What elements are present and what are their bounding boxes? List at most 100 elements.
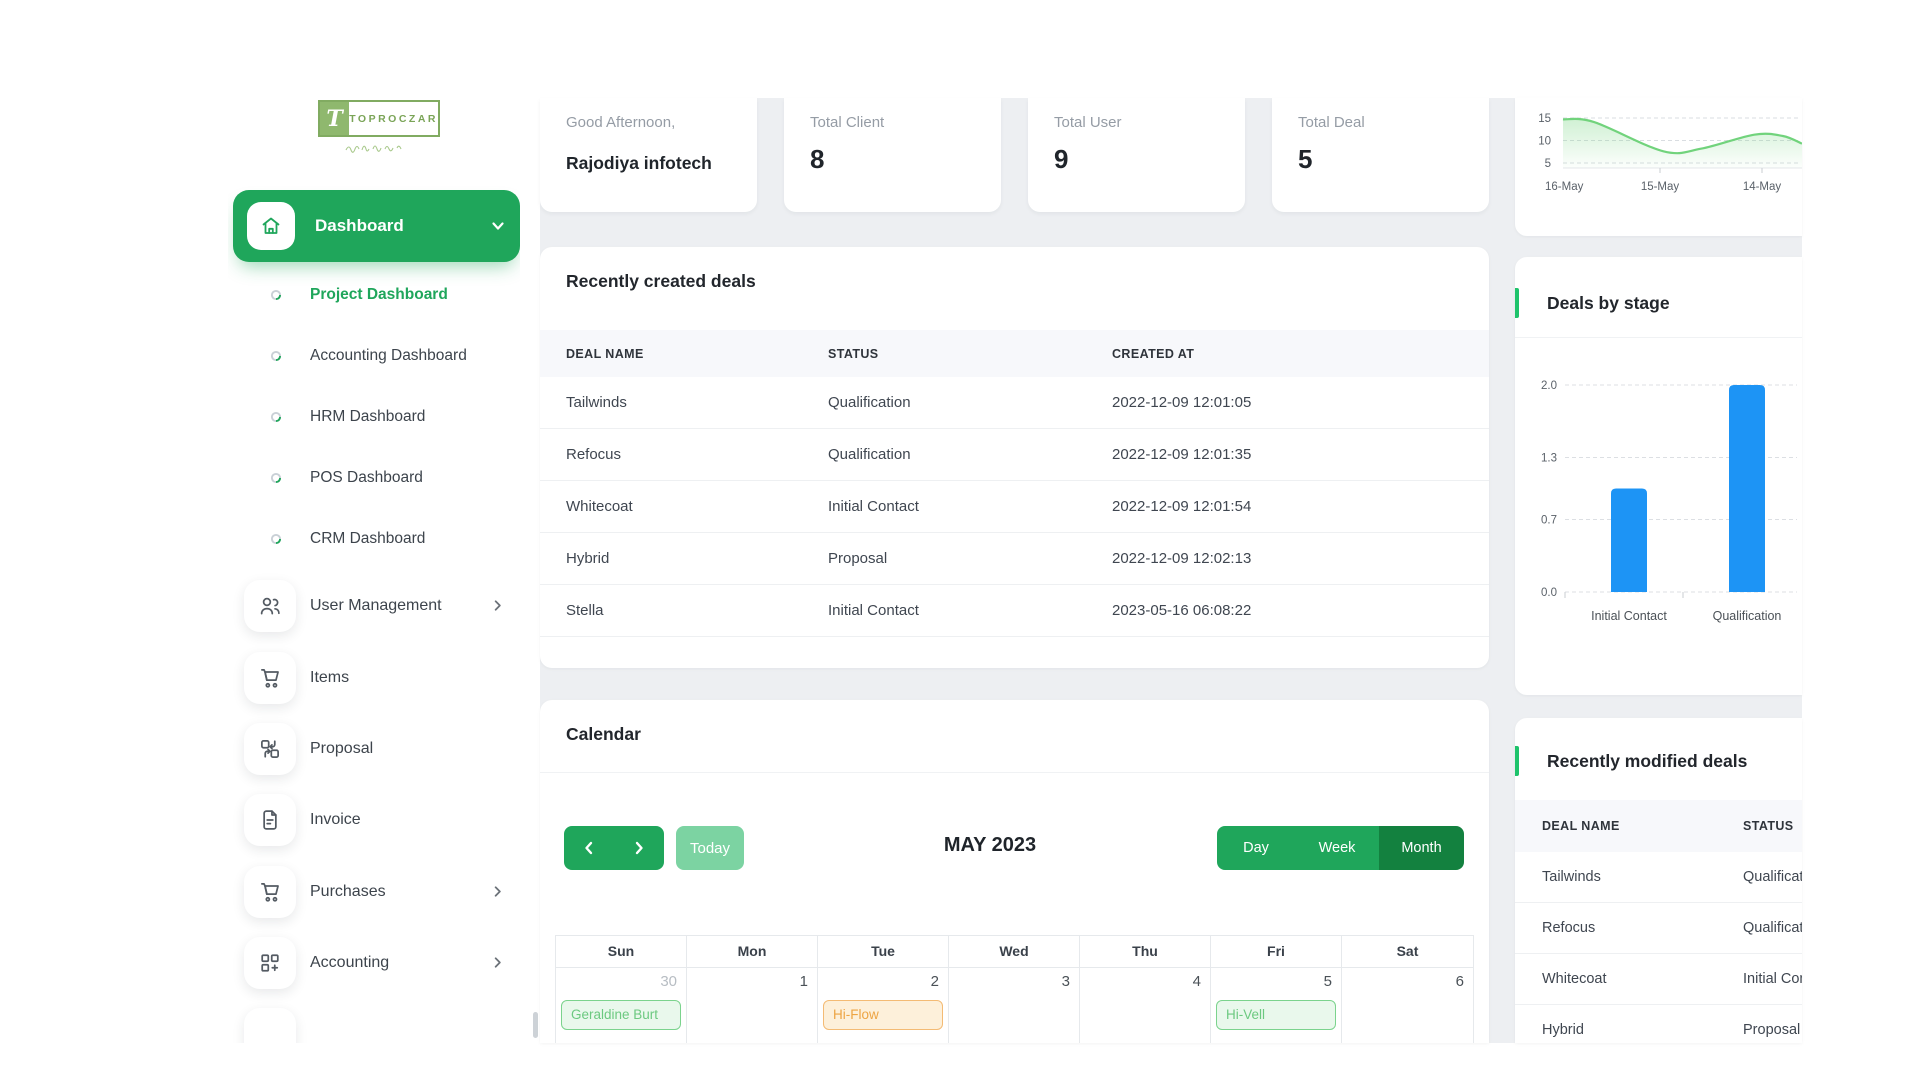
recently-modified-deals-title: Recently modified deals [1547,751,1747,772]
sidebar-item-proposal[interactable]: Proposal [228,723,520,775]
created-at-cell: 2022-12-09 12:01:35 [1086,446,1489,463]
sidebar-item-dashboard[interactable]: Dashboard [233,190,520,262]
table-row: HybridProposal [1515,1005,1802,1043]
sidebar-subitem-label: Project Dashboard [310,283,448,307]
sidebar-item-user-management[interactable]: User Management [228,580,520,632]
weekday-header-wed: Wed [949,936,1080,967]
svg-text:5: 5 [1545,158,1551,170]
stats-row: Good Afternoon, Rajodiya infotech Total Cl… [540,98,1489,212]
calendar-day-cell[interactable]: 2 Hi-Flow [818,968,949,1043]
chevron-down-icon [489,217,507,235]
calendar-prev-button[interactable] [564,826,614,870]
calendar-month-title: MAY 2023 [944,834,1036,857]
calendar-next-button[interactable] [614,826,664,870]
sidebar-item-label: Proposal [310,723,373,775]
calendar-header-divider [540,772,1489,773]
table-header-row: DEAL NAMESTATUSCREATED AT [540,330,1489,377]
sidebar-subitem-accounting-dashboard[interactable]: Accounting Dashboard [228,344,520,368]
cart-icon [244,652,296,704]
calendar-day-cell[interactable]: 30 Geraldine Burt [556,968,687,1043]
sidebar-item-accounting[interactable]: Accounting [228,937,520,989]
calendar-title: Calendar [566,724,641,745]
table-row: WhitecoatInitial Contact [1515,954,1802,1005]
stat-card-total-deal: Total Deal5 [1272,98,1489,212]
modified-deals-table: DEAL NAMESTATUSTailwindsQualificationRef… [1515,800,1802,1043]
created-at-cell: 2022-12-09 12:01:54 [1086,498,1489,515]
total-deal-trend-card: 1510516-May15-May14-May [1515,98,1802,236]
sidebar-subitem-hrm-dashboard[interactable]: HRM Dashboard [228,405,520,429]
sidebar-item-partial[interactable] [228,1008,520,1043]
calendar-day-cell[interactable]: 5Hi-Vell [1211,968,1342,1043]
calendar-view-week[interactable]: Week [1295,826,1379,870]
svg-text:0.7: 0.7 [1541,515,1557,527]
calendar-view-day[interactable]: Day [1217,826,1295,870]
deal-name-cell: Tailwinds [540,394,802,411]
status-cell: Qualification [1716,920,1802,936]
calendar-date-number: 2 [818,968,948,990]
status-cell: Proposal [1716,1022,1802,1038]
sidebar-subitem-label: HRM Dashboard [310,405,425,429]
calendar-date-number: 3 [949,968,1079,990]
sidebar-subitem-pos-dashboard[interactable]: POS Dashboard [228,466,520,490]
logo-mark-icon: T [320,102,349,135]
deal-name-cell: Stella [540,602,802,619]
column-header-deal-name: DEAL NAME [540,347,802,361]
sidebar-subitem-crm-dashboard[interactable]: CRM Dashboard [228,527,520,551]
calendar-day-cell[interactable]: 3 [949,968,1080,1043]
svg-text:15-May: 15-May [1641,181,1680,193]
calendar-date-number: 6 [1342,968,1473,990]
calendar-day-cell[interactable]: 6 [1342,968,1473,1043]
progress-ring-icon [270,472,282,484]
svg-text:15: 15 [1538,113,1551,125]
recently-created-deals-card: Recently created deals DEAL NAMESTATUSCR… [540,247,1489,668]
calendar-day-cell[interactable]: 4 [1080,968,1211,1043]
weekday-header-sat: Sat [1342,936,1473,967]
stat-label: Good Afternoon, [566,114,757,131]
total-deal-trend-chart: 1510516-May15-May14-May [1515,98,1802,236]
calendar-day-cell[interactable]: 1 [687,968,818,1043]
created-deals-table: DEAL NAMESTATUSCREATED ATTailwindsQualif… [540,330,1489,637]
calendar-event[interactable]: Geraldine Burt [561,1000,681,1030]
stat-label: Total Client [810,114,1001,131]
stat-value: 8 [810,144,1001,175]
sidebar-item-invoice[interactable]: Invoice [228,794,520,846]
chevron-right-icon [490,598,505,613]
calendar-view-month[interactable]: Month [1379,826,1464,870]
sidebar-item-purchases[interactable]: Purchases [228,866,520,918]
progress-ring-icon [270,350,282,362]
sidebar-item-label: Accounting [310,937,389,989]
table-row: RefocusQualification2022-12-09 12:01:35 [540,429,1489,481]
status-cell: Initial Contact [802,498,1086,515]
progress-ring-icon [270,289,282,301]
svg-text:0.0: 0.0 [1541,587,1557,599]
sidebar-subitem-project-dashboard[interactable]: Project Dashboard [228,283,520,307]
table-row: WhitecoatInitial Contact2022-12-09 12:01… [540,481,1489,533]
calendar-event[interactable]: Hi-Vell [1216,1000,1336,1030]
status-cell: Proposal [802,550,1086,567]
home-icon [247,202,295,250]
sidebar-item-label: User Management [310,580,442,632]
chevron-right-icon [631,840,647,856]
app-logo[interactable]: T TOPROCZAR [318,100,440,137]
weekday-header-tue: Tue [818,936,949,967]
chevron-left-icon [581,840,597,856]
sidebar: T TOPROCZAR Dashboard Project Dashboard A… [228,0,520,1043]
status-cell: Qualification [802,446,1086,463]
sidebar-scrollbar-thumb[interactable] [533,1012,538,1038]
sidebar-subitem-label: Accounting Dashboard [310,344,467,368]
column-header-created-at: CREATED AT [1086,347,1489,361]
progress-ring-icon [270,533,282,545]
grid-icon [244,937,296,989]
column-header-status: STATUS [802,347,1086,361]
sidebar-item-items[interactable]: Items [228,652,520,704]
status-cell: Qualification [802,394,1086,411]
calendar-nav-group [564,826,664,870]
chevron-right-icon [490,955,505,970]
calendar-today-button[interactable]: Today [676,826,744,870]
svg-text:Initial Contact: Initial Contact [1591,609,1667,623]
stat-value: Rajodiya infotech [566,153,757,174]
calendar-date-number: 30 [556,968,686,990]
table-row: StellaInitial Contact2023-05-16 06:08:22 [540,585,1489,637]
calendar-event[interactable]: Hi-Flow [823,1000,943,1030]
created-at-cell: 2023-05-16 06:08:22 [1086,602,1489,619]
